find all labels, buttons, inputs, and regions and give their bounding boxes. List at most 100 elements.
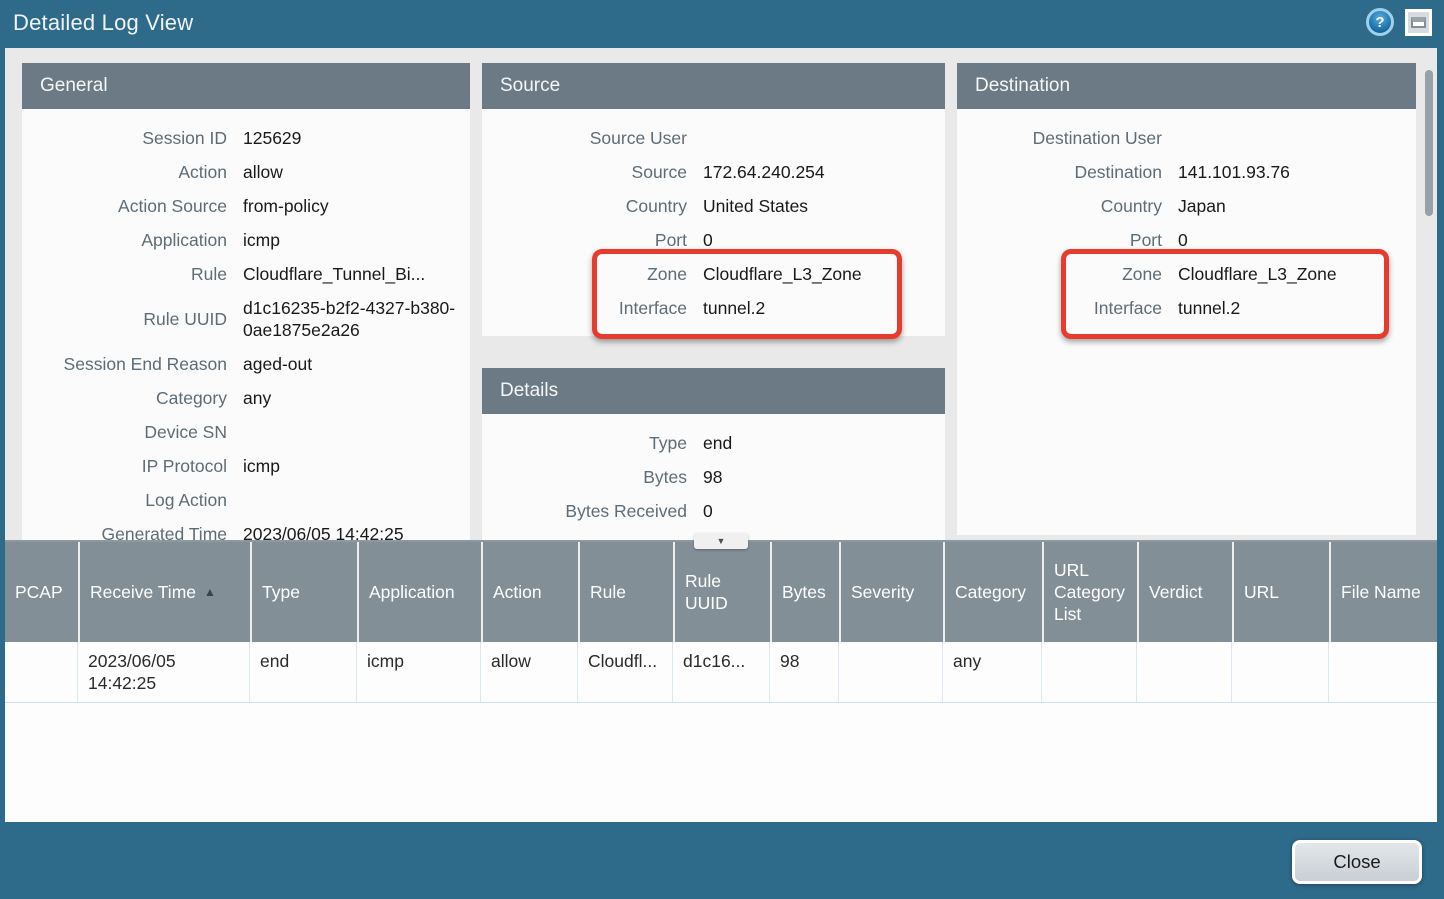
column-header-bytes[interactable]: Bytes (770, 542, 839, 642)
column-header-action[interactable]: Action (481, 542, 578, 642)
field-log-action: Log Action (22, 483, 470, 517)
field-label: Rule (22, 264, 227, 285)
help-icon[interactable]: ? (1366, 8, 1394, 36)
field-label: Interface (957, 298, 1162, 319)
panel-details-header: Details (482, 368, 945, 414)
field-label: Zone (957, 264, 1162, 285)
column-label: Application (369, 581, 455, 603)
field-source-port: Port 0 (482, 223, 945, 257)
field-value: allow (243, 161, 460, 183)
panel-source: Source Source User Source 172.64.240.254… (482, 63, 945, 336)
cell-verdict (1137, 642, 1232, 702)
field-source-country: Country United States (482, 189, 945, 223)
field-value: Cloudflare_L3_Zone (1178, 263, 1406, 285)
cell-pcap (5, 642, 78, 702)
field-label: Session End Reason (22, 354, 227, 375)
field-rule: Rule Cloudflare_Tunnel_Bi... (22, 257, 470, 291)
column-header-rule-uuid[interactable]: Rule UUID (673, 542, 770, 642)
field-label: Application (22, 230, 227, 251)
cell-receive-time: 2023/06/05 14:42:25 (78, 642, 250, 702)
field-value: 0 (703, 229, 935, 251)
field-device-sn: Device SN (22, 415, 470, 449)
field-value: icmp (243, 229, 460, 251)
column-header-pcap[interactable]: PCAP (5, 542, 78, 642)
field-value: aged-out (243, 353, 460, 375)
field-label: IP Protocol (22, 456, 227, 477)
column-label: Severity (851, 581, 914, 603)
window-restore-icon[interactable] (1405, 9, 1432, 36)
detailed-log-view-dialog: Detailed Log View ? General Session ID 1… (0, 0, 1444, 899)
cell-type: end (250, 642, 357, 702)
field-destination: Destination 141.101.93.76 (957, 155, 1416, 189)
field-value: from-policy (243, 195, 460, 217)
field-label: Action Source (22, 196, 227, 217)
dialog-title: Detailed Log View (13, 10, 193, 36)
column-header-url-category-list[interactable]: URL Category List (1042, 542, 1137, 642)
column-header-file-name[interactable]: File Name (1329, 542, 1437, 642)
field-source: Source 172.64.240.254 (482, 155, 945, 189)
chevron-down-icon: ▼ (717, 536, 726, 546)
field-value: Japan (1178, 195, 1406, 217)
field-action: Action allow (22, 155, 470, 189)
field-bytes-received: Bytes Received 0 (482, 494, 945, 528)
field-destination-user: Destination User (957, 121, 1416, 155)
field-value: end (703, 432, 935, 454)
column-header-type[interactable]: Type (250, 542, 357, 642)
field-label: Source User (482, 128, 687, 149)
field-label: Port (482, 230, 687, 251)
column-header-url[interactable]: URL (1232, 542, 1329, 642)
table-row[interactable]: 2023/06/05 14:42:25 end icmp allow Cloud… (5, 642, 1437, 703)
column-header-severity[interactable]: Severity (839, 542, 943, 642)
field-value: tunnel.2 (703, 297, 935, 319)
column-header-receive-time[interactable]: Receive Time ▲ (78, 542, 250, 642)
column-header-application[interactable]: Application (357, 542, 481, 642)
field-value: tunnel.2 (1178, 297, 1406, 319)
field-action-source: Action Source from-policy (22, 189, 470, 223)
panel-source-header: Source (482, 63, 945, 109)
titlebar-icons: ? (1366, 8, 1432, 36)
vertical-scrollbar-thumb[interactable] (1425, 70, 1433, 216)
field-value: 172.64.240.254 (703, 161, 935, 183)
field-type: Type end (482, 426, 945, 460)
field-value: icmp (243, 455, 460, 477)
field-label: Source (482, 162, 687, 183)
window-glyph (1411, 17, 1426, 28)
cell-file-name (1329, 642, 1437, 702)
cell-severity (839, 642, 943, 702)
close-button[interactable]: Close (1292, 840, 1422, 884)
cell-rule-uuid: d1c16... (673, 642, 770, 702)
column-header-verdict[interactable]: Verdict (1137, 542, 1232, 642)
field-value: Cloudflare_Tunnel_Bi... (243, 263, 460, 285)
field-session-id: Session ID 125629 (22, 121, 470, 155)
panel-destination-header: Destination (957, 63, 1416, 109)
field-label: Zone (482, 264, 687, 285)
field-value: 141.101.93.76 (1178, 161, 1406, 183)
field-label: Bytes (482, 467, 687, 488)
collapse-handle[interactable]: ▼ (694, 533, 748, 549)
column-header-rule[interactable]: Rule (578, 542, 673, 642)
column-label: URL Category List (1054, 559, 1131, 625)
cell-url-category-list (1042, 642, 1137, 702)
field-destination-interface: Interface tunnel.2 (957, 291, 1416, 325)
field-value: 0 (703, 500, 935, 522)
field-value: any (243, 387, 460, 409)
field-value: 98 (703, 466, 935, 488)
panel-general: General Session ID 125629 Action allow A… (22, 63, 470, 561)
table-header-row: PCAP Receive Time ▲ Type Application Act… (5, 542, 1437, 642)
field-value: Cloudflare_L3_Zone (703, 263, 935, 285)
column-label: URL (1244, 581, 1279, 603)
field-application: Application icmp (22, 223, 470, 257)
dialog-content: General Session ID 125629 Action allow A… (5, 48, 1437, 822)
column-header-category[interactable]: Category (943, 542, 1042, 642)
column-label: Verdict (1149, 581, 1203, 603)
dialog-footer: Close (0, 822, 1444, 899)
column-label: Action (493, 581, 542, 603)
field-label: Port (957, 230, 1162, 251)
cell-application: icmp (357, 642, 481, 702)
field-destination-zone: Zone Cloudflare_L3_Zone (957, 257, 1416, 291)
field-value: United States (703, 195, 935, 217)
column-label: Rule UUID (685, 570, 764, 614)
field-label: Country (957, 196, 1162, 217)
field-destination-country: Country Japan (957, 189, 1416, 223)
field-source-zone: Zone Cloudflare_L3_Zone (482, 257, 945, 291)
